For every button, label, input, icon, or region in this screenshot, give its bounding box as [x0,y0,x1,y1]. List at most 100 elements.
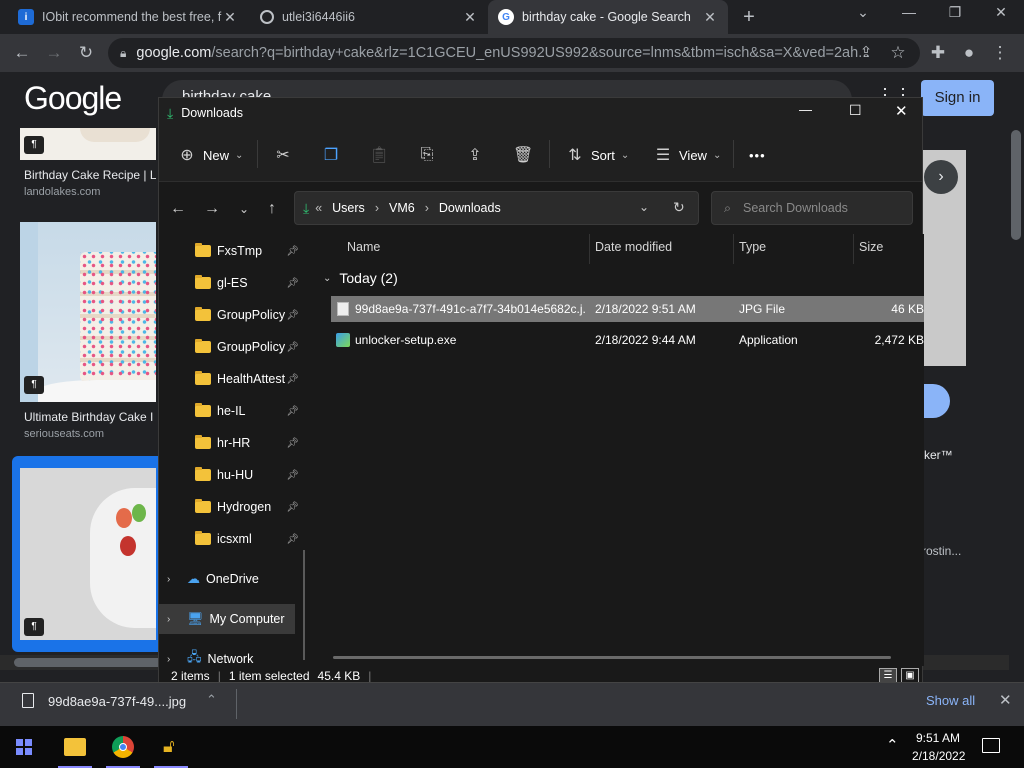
tab-iobit[interactable]: i IObit recommend the best free, f ✕ [8,0,248,34]
chrome-taskbar-button[interactable] [106,726,140,768]
delete-button[interactable]: 🗑︎ [513,144,539,166]
download-menu-chevron-icon[interactable]: ⌃ [206,692,217,708]
nav-folder[interactable]: Hydrogen 📌︎ [159,492,305,522]
breadcrumb-downloads[interactable]: Downloads [439,201,501,215]
clock-date[interactable]: 2/18/2022 [912,749,965,763]
refresh-icon[interactable]: ↻ [673,199,685,216]
minimize-icon[interactable]: — [894,4,924,20]
file-explorer-taskbar-button[interactable] [58,726,92,768]
nav-folder[interactable]: FxsTmp 📌︎ [159,236,305,266]
profile-icon[interactable]: ● [957,41,981,65]
breadcrumb-overflow[interactable]: « [315,201,322,215]
chevron-down-icon[interactable]: ⌄ [639,200,649,214]
file-row-exe[interactable]: unlocker-setup.exe 2/18/2022 9:44 AM App… [331,327,924,353]
column-separator[interactable] [589,234,590,264]
nav-folder[interactable]: hr-HR 📌︎ [159,428,305,458]
reload-icon[interactable]: ↻ [74,41,98,65]
result-caption[interactable]: Birthday Cake Recipe | L [24,168,156,182]
result-image[interactable]: ¶ [20,128,156,160]
download-filename[interactable]: 99d8ae9a-737f-49....jpg [48,694,186,709]
column-size[interactable]: Size [859,240,883,254]
nav-scrollbar[interactable] [303,550,305,660]
chrome-menu-icon[interactable]: ⋮ [988,41,1012,65]
forward-icon[interactable]: → [42,41,66,65]
next-arrow-icon[interactable]: › [924,160,958,194]
close-tab-icon[interactable]: ✕ [222,9,238,26]
padlock-icon: 🔓︎ [163,736,175,756]
address-bar[interactable]: 🔒︎ google.com/search?q=birthday+cake&rlz… [108,38,920,68]
file-row-jpg[interactable]: 99d8ae9a-737f-491c-a7f7-34b014e5682c.j..… [331,296,924,322]
notification-icon[interactable] [982,738,1000,753]
nav-network[interactable]: › 🖧 Network [159,644,305,666]
paste-button[interactable]: 📋︎ [369,144,395,166]
result-image[interactable]: ¶ [20,222,156,402]
close-tab-icon[interactable]: ✕ [702,9,718,26]
bookmark-star-icon[interactable]: ☆ [886,41,910,65]
page-scrollbar[interactable] [1009,72,1024,662]
nav-folder[interactable]: icsxml 📌︎ [159,524,305,554]
scrollbar-thumb[interactable] [1011,130,1021,240]
column-type[interactable]: Type [739,240,766,254]
nav-onedrive[interactable]: › ☁ OneDrive [159,564,305,594]
back-icon[interactable]: ← [167,198,189,220]
close-window-icon[interactable]: ✕ [986,4,1016,21]
tab-google-search[interactable]: G birthday cake - Google Search ✕ [488,0,728,34]
pin-icon: 📌︎ [286,405,299,417]
maximize-icon[interactable]: ☐ [849,102,862,119]
nav-folder[interactable]: GroupPolicy 📌︎ [159,332,305,362]
nav-folder[interactable]: hu-HU 📌︎ [159,460,305,490]
nav-folder[interactable]: HealthAttest 📌︎ [159,364,305,394]
clock-time[interactable]: 9:51 AM [916,731,960,745]
copy-button[interactable]: ❐ [321,144,347,166]
tray-chevron-icon[interactable]: ⌃ [886,736,899,754]
sort-button[interactable]: ⇅ Sort ⌄ [565,144,629,166]
recent-locations-icon[interactable]: ⌄ [233,198,255,220]
address-bar[interactable]: ⤓ « Users › VM6 › Downloads ⌄ ↻ [294,191,699,225]
search-field[interactable]: ⌕ Search Downloads [711,191,913,225]
file-list-h-scrollbar[interactable] [333,656,891,659]
nav-my-computer[interactable]: › 🖥︎ My Computer [159,604,295,634]
column-date-modified[interactable]: Date modified [595,240,672,254]
result-caption[interactable]: Ultimate Birthday Cake I [24,410,156,424]
share-button[interactable]: ⇪ [465,144,491,166]
tab-utlei[interactable]: utlei3i6446ii6 ✕ [250,0,488,34]
restore-icon[interactable]: ❐ [940,4,970,21]
column-separator[interactable] [733,234,734,264]
google-logo[interactable]: Google [24,80,122,117]
close-tab-icon[interactable]: ✕ [462,9,478,26]
show-all-button[interactable]: Show all [926,693,975,708]
minimize-icon[interactable]: — [799,102,812,117]
folder-label: GroupPolicy [217,340,286,354]
windows-start-icon[interactable] [16,739,32,755]
close-icon[interactable]: ✕ [895,102,908,120]
extensions-icon[interactable]: ✚ [926,41,950,65]
new-tab-button[interactable]: + [734,0,764,34]
nav-folder[interactable]: gl-ES 📌︎ [159,268,305,298]
share-icon[interactable]: ⇪ [854,41,878,65]
pin-icon: 📌︎ [286,469,299,481]
tab-search-icon[interactable]: ⌄ [848,4,878,21]
up-icon[interactable]: ↑ [261,198,283,220]
new-button[interactable]: ⊕ New ⌄ [177,144,243,166]
breadcrumb-users[interactable]: Users [332,201,365,215]
balloon-red [116,508,132,528]
explorer-titlebar[interactable]: ⤓ Downloads — ☐ ✕ [159,98,922,128]
back-icon[interactable]: ← [10,41,34,65]
rename-icon: ⎘ [420,146,434,163]
result-image[interactable]: ¶ [20,468,156,640]
forward-icon[interactable]: → [201,198,223,220]
nav-folder[interactable]: he-IL 📌︎ [159,396,305,426]
column-separator[interactable] [853,234,854,264]
breadcrumb-vm6[interactable]: VM6 [389,201,415,215]
unlocker-taskbar-button[interactable]: 🔓︎ [154,726,188,768]
sign-in-button[interactable]: Sign in [921,80,994,116]
nav-folder[interactable]: GroupPolicy 📌︎ [159,300,305,330]
rename-button[interactable]: ⎘ [417,144,443,166]
column-name[interactable]: Name [347,240,380,254]
group-header[interactable]: ⌄ Today (2) [323,270,398,286]
close-downloads-bar-icon[interactable]: ✕ [999,691,1012,709]
more-options-button[interactable]: ••• [749,144,766,166]
view-button[interactable]: ☰ View ⌄ [653,144,722,166]
cut-button[interactable]: ✂ [273,144,299,166]
group-label: Today (2) [339,270,398,286]
